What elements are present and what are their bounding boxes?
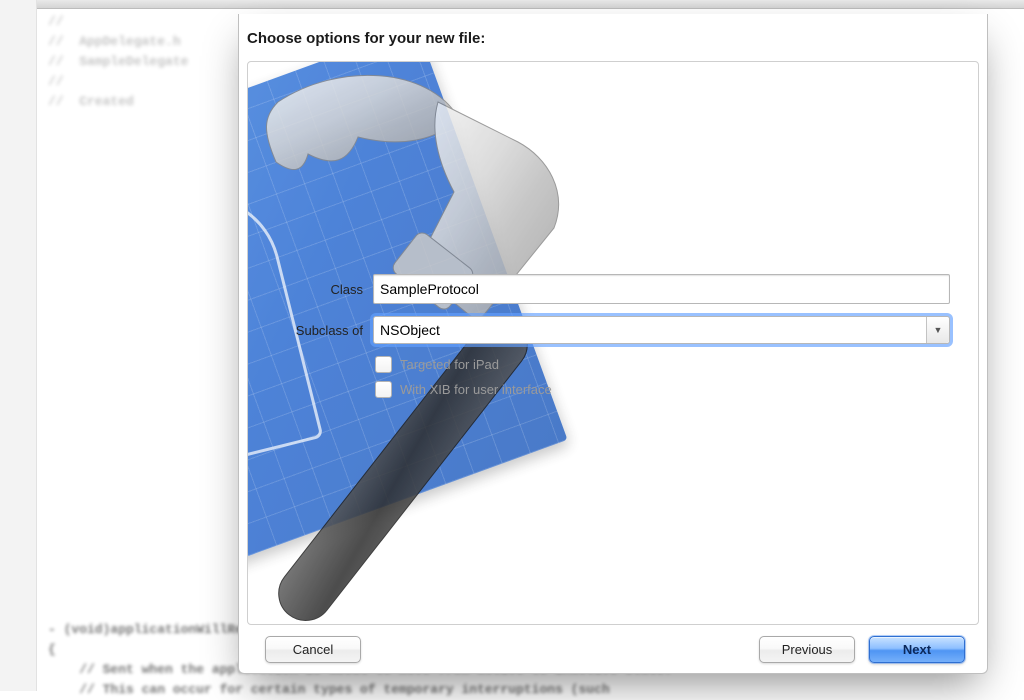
with-xib-label: With XIB for user interface	[400, 382, 552, 397]
form-area: Class Subclass of ▼ Targeted for iPad	[248, 62, 978, 624]
previous-button[interactable]: Previous	[759, 636, 855, 663]
targeted-ipad-checkbox[interactable]	[375, 356, 392, 373]
class-label: Class	[248, 282, 373, 297]
background-toolbar	[0, 0, 1024, 9]
with-xib-row: With XIB for user interface	[375, 381, 978, 398]
targeted-ipad-row: Targeted for iPad	[375, 356, 978, 373]
editor-gutter	[0, 0, 37, 691]
sheet-body: Class Subclass of ▼ Targeted for iPad	[247, 61, 979, 625]
subclass-label: Subclass of	[248, 323, 373, 338]
chevron-down-icon[interactable]: ▼	[926, 317, 949, 343]
subclass-combobox[interactable]: ▼	[373, 316, 950, 344]
button-bar: Cancel Previous Next	[239, 625, 987, 673]
subclass-input[interactable]	[373, 316, 950, 344]
cancel-button[interactable]: Cancel	[265, 636, 361, 663]
sheet-inner: Choose options for your new file:	[238, 14, 988, 674]
new-file-options-sheet: Choose options for your new file:	[238, 14, 988, 674]
targeted-ipad-label: Targeted for iPad	[400, 357, 499, 372]
sheet-title: Choose options for your new file:	[239, 14, 987, 61]
subclass-row: Subclass of ▼	[248, 316, 978, 344]
class-row: Class	[248, 274, 978, 304]
class-name-input[interactable]	[373, 274, 950, 304]
next-button[interactable]: Next	[869, 636, 965, 663]
with-xib-checkbox[interactable]	[375, 381, 392, 398]
